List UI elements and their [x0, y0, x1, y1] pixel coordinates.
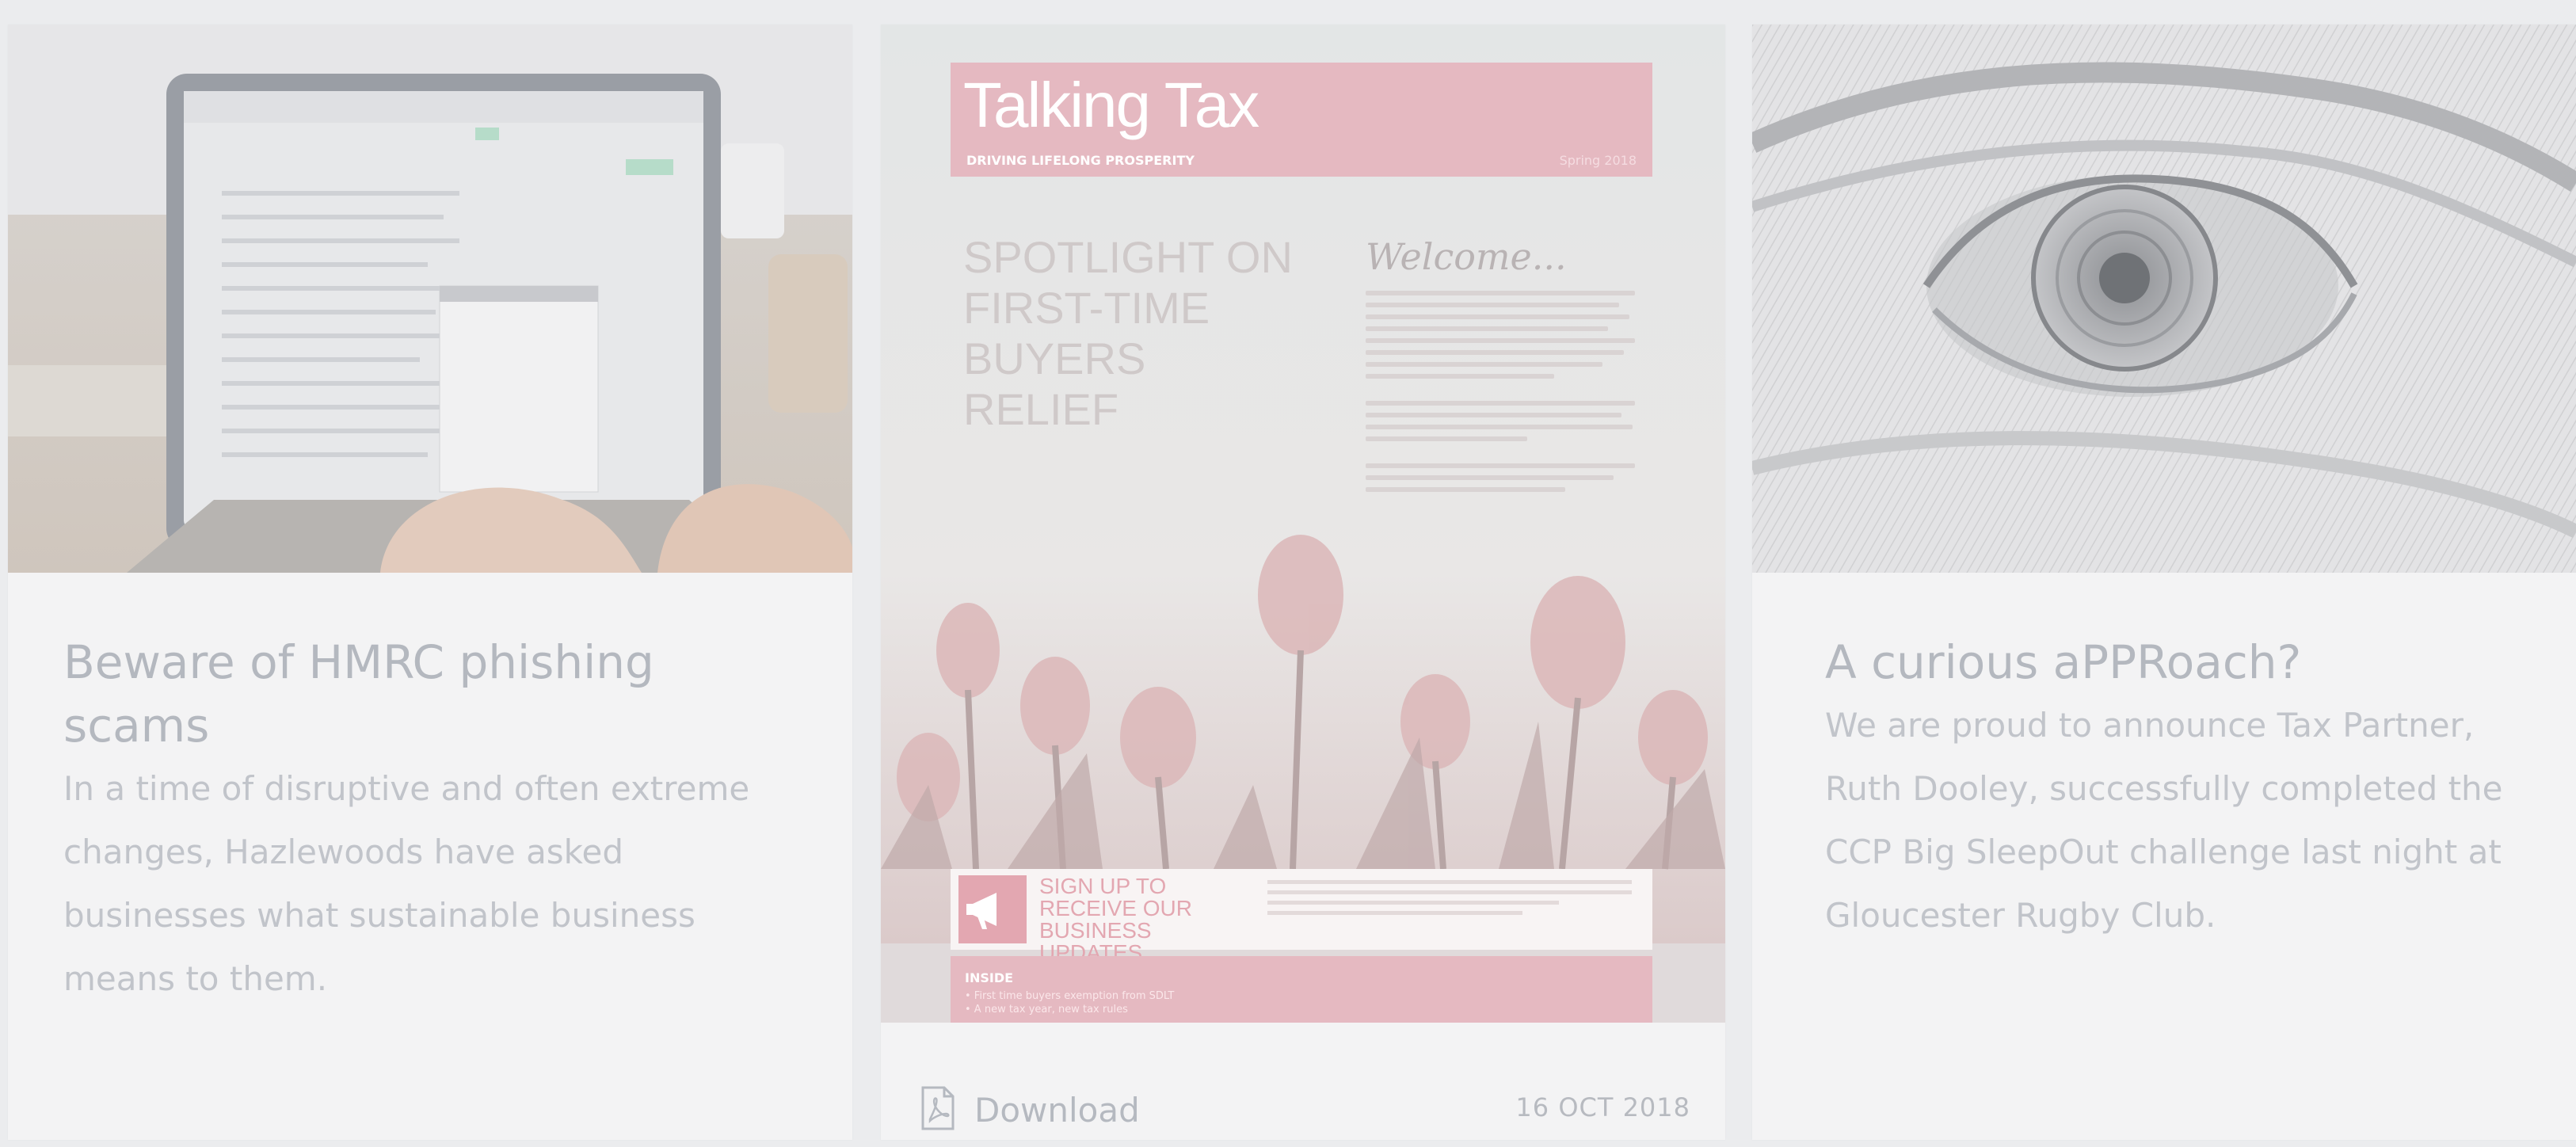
download-label: Download [974, 1090, 1140, 1130]
download-link[interactable]: Download [920, 1086, 1140, 1134]
newsletter-signup-text: SIGN UP TO RECEIVE OUR BUSINESS UPDATES [1039, 874, 1192, 965]
card-excerpt: In a time of disruptive and often extrem… [63, 769, 750, 998]
newsletter-season: Spring 2018 [1559, 153, 1637, 168]
card-title[interactable]: A curious aPPRoach? [1825, 631, 2522, 694]
inside-text: • First time buyers exemption from SDLT … [965, 990, 1175, 1016]
banknote-eye-image [1752, 25, 2576, 573]
newsletter-title: Talking Tax [963, 70, 1259, 140]
laptop-photo[interactable] [8, 25, 852, 573]
card-title[interactable]: Beware of HMRC phishing scams [63, 631, 760, 757]
newsletter-body-text [1366, 291, 1635, 499]
newsletter-card[interactable]: Talking Tax DRIVING LIFELONG PROSPERITY … [881, 25, 1725, 1140]
newsletter-inside-panel: INSIDE • First time buyers exemption fro… [951, 956, 1652, 1023]
banknote-eye-photo[interactable] [1752, 25, 2576, 573]
newsletter-headline: SPOTLIGHT ON FIRST-TIME BUYERS RELIEF [963, 232, 1293, 434]
laptop-image [8, 25, 852, 573]
newsletter-tagline: DRIVING LIFELONG PROSPERITY [966, 153, 1195, 168]
newsletter-signup-banner: SIGN UP TO RECEIVE OUR BUSINESS UPDATES [951, 869, 1652, 964]
newsletter-masthead: Talking Tax DRIVING LIFELONG PROSPERITY … [951, 63, 1652, 177]
download-row: Download 16 OCT 2018 [881, 1023, 1725, 1140]
news-card[interactable]: Beware of HMRC phishing scams In a time … [8, 25, 852, 1140]
signup-fine-print [1267, 880, 1632, 915]
pdf-file-icon [920, 1086, 955, 1134]
newsletter-cover[interactable]: Talking Tax DRIVING LIFELONG PROSPERITY … [881, 25, 1725, 1023]
card-excerpt: We are proud to announce Tax Partner, Ru… [1825, 706, 2503, 935]
publish-date: 16 OCT 2018 [1515, 1092, 1690, 1122]
megaphone-icon [958, 875, 1027, 943]
newsletter-welcome: Welcome... [1366, 235, 1567, 278]
news-card[interactable]: A curious aPPRoach? We are proud to anno… [1752, 25, 2576, 1140]
inside-label: INSIDE [965, 970, 1014, 985]
